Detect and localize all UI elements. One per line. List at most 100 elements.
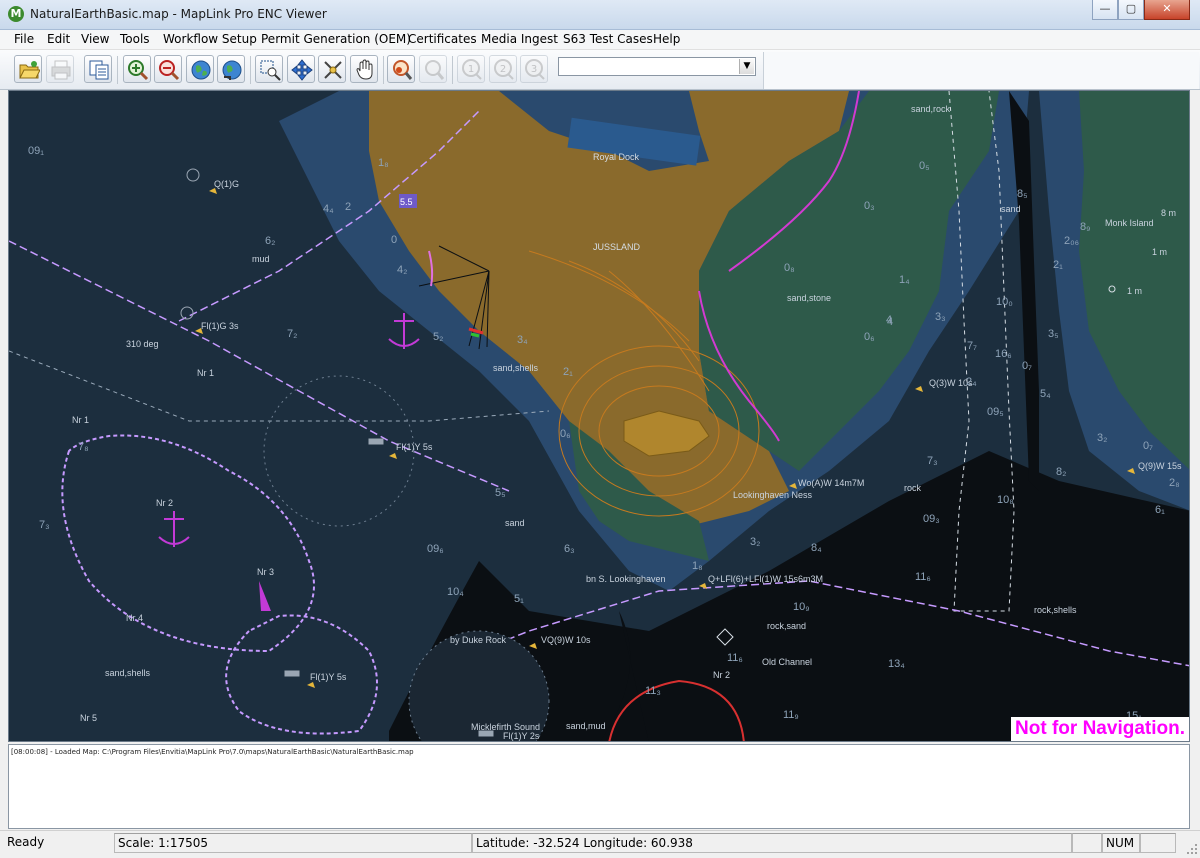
chart-map-view[interactable]: Royal Dock JUSSLAND sand,rock sand Monk …: [8, 90, 1190, 742]
world-view-button[interactable]: [186, 55, 214, 83]
menu-tools[interactable]: Tools: [118, 32, 152, 46]
depth-sounding: 4₄: [323, 203, 334, 215]
map-label: Wo(A)W 14m7M: [798, 478, 865, 488]
hand-icon: [356, 59, 373, 80]
depth-sounding: 2: [345, 201, 352, 213]
measure-icon: [324, 61, 342, 79]
map-label: Royal Dock: [593, 152, 640, 162]
menu-bar: File Edit View Tools Workflow Setup Perm…: [0, 30, 1200, 50]
log-line: [08:00:08] - Loaded Map: C:\Program File…: [11, 748, 414, 756]
map-label: 8 m: [1161, 208, 1177, 218]
status-caps: [1072, 833, 1102, 853]
query-disabled-button[interactable]: [419, 55, 447, 83]
menu-edit[interactable]: Edit: [45, 32, 72, 46]
resize-grip-icon[interactable]: [1186, 843, 1198, 855]
depth-sounding: 10₈: [997, 494, 1014, 506]
map-label: 5.5: [400, 197, 413, 207]
globe-refresh-icon: [222, 60, 242, 80]
preset-1-icon: 1: [462, 59, 482, 80]
depth-sounding: 6₁: [1155, 504, 1165, 516]
menu-certificates[interactable]: Certificates: [406, 32, 479, 46]
menu-file[interactable]: File: [12, 32, 36, 46]
depth-sounding: 8₂: [1056, 466, 1067, 478]
toolbar-separator: [117, 56, 118, 84]
not-for-navigation-warning: Not for Navigation.: [1011, 717, 1189, 741]
map-label: sand,mud: [566, 721, 606, 731]
minimize-button[interactable]: —: [1092, 0, 1118, 20]
menu-view[interactable]: View: [79, 32, 111, 46]
svg-text:3: 3: [531, 64, 537, 75]
chevron-down-icon[interactable]: ▼: [739, 59, 754, 74]
status-scale: Scale: 1:17505: [114, 833, 472, 853]
preset-3-button[interactable]: 3: [520, 55, 548, 83]
menu-workflow-setup[interactable]: Workflow Setup: [161, 32, 259, 46]
close-button[interactable]: ✕: [1144, 0, 1190, 20]
depth-sounding: 5₁: [514, 593, 524, 605]
map-label: sand: [1001, 204, 1021, 214]
map-label: sand,shells: [493, 363, 539, 373]
depth-sounding: 3₄: [517, 334, 528, 346]
depth-sounding: 0₇: [1143, 440, 1153, 452]
menu-s63-test-cases[interactable]: S63 Test Cases: [561, 32, 655, 46]
folder-open-icon: [19, 61, 40, 79]
map-label: Nr 4: [126, 613, 144, 623]
preset-1-button[interactable]: 1: [457, 55, 485, 83]
copy-icon: [89, 60, 109, 80]
depth-sounding: 3₂: [750, 536, 761, 548]
grab-pan-button[interactable]: [350, 55, 378, 83]
map-label: mud: [252, 254, 270, 264]
map-label: JUSSLAND: [593, 242, 641, 252]
depth-sounding: 1₈: [378, 157, 389, 169]
depth-sounding: 2₁: [1053, 259, 1063, 271]
depth-sounding: 2₈: [1169, 477, 1180, 489]
maximize-button[interactable]: ▢: [1118, 0, 1144, 20]
menu-permit-generation[interactable]: Permit Generation (OEM): [259, 32, 413, 46]
map-label: Monk Island: [1105, 218, 1154, 228]
print-button[interactable]: [46, 55, 74, 83]
preset-2-button[interactable]: 2: [489, 55, 517, 83]
depth-sounding: 3₅: [1048, 328, 1059, 340]
measure-button[interactable]: [318, 55, 346, 83]
depth-sounding: 6₂: [265, 235, 276, 247]
status-ready: Ready: [7, 835, 45, 849]
window-title: NaturalEarthBasic.map - MapLink Pro ENC …: [30, 7, 327, 21]
depth-sounding: 09₁: [28, 145, 44, 157]
svg-text:2: 2: [500, 64, 506, 75]
map-label: Nr 3: [257, 567, 275, 577]
depth-sounding: 5₂: [433, 331, 444, 343]
depth-sounding: 4: [886, 314, 893, 326]
svg-text:1: 1: [468, 64, 474, 75]
toolbar-separator: [383, 56, 384, 84]
preset-2-icon: 2: [494, 59, 514, 80]
nautical-chart: [9, 91, 1189, 741]
map-label: sand,stone: [787, 293, 832, 303]
layer-select[interactable]: ▼: [558, 57, 756, 76]
preset-3-icon: 3: [525, 59, 545, 80]
status-bar: Ready Scale: 1:17505 Latitude: -32.524 L…: [0, 830, 1200, 857]
depth-sounding: 16₆: [995, 348, 1012, 360]
zoom-out-button[interactable]: [154, 55, 182, 83]
map-label: Nr 1: [197, 368, 215, 378]
log-output-pane[interactable]: [08:00:08] - Loaded Map: C:\Program File…: [8, 744, 1190, 829]
pan-button[interactable]: [287, 55, 315, 83]
map-label: Nr 2: [156, 498, 174, 508]
toolbar-extension-area: [763, 52, 1199, 89]
reset-view-button[interactable]: [217, 55, 245, 83]
depth-sounding: 11₆: [727, 652, 743, 664]
zoom-rectangle-button[interactable]: [255, 55, 283, 83]
map-label: rock,shells: [1034, 605, 1077, 615]
depth-sounding: 10₀: [996, 296, 1013, 308]
map-label: Q(1)G: [214, 179, 240, 189]
copy-button[interactable]: [84, 55, 112, 83]
toolbar-separator: [452, 56, 453, 84]
menu-media-ingest[interactable]: Media Ingest: [479, 32, 560, 46]
zoom-in-icon: [128, 60, 149, 81]
map-label: rock: [904, 483, 922, 493]
query-button[interactable]: [387, 55, 415, 83]
depth-sounding: 0₈: [784, 262, 795, 274]
open-map-button[interactable]: [14, 55, 42, 83]
menu-help[interactable]: Help: [651, 32, 682, 46]
zoom-in-button[interactable]: [123, 55, 151, 83]
toolbar-separator: [250, 56, 251, 84]
depth-sounding: 11₉: [783, 709, 799, 721]
